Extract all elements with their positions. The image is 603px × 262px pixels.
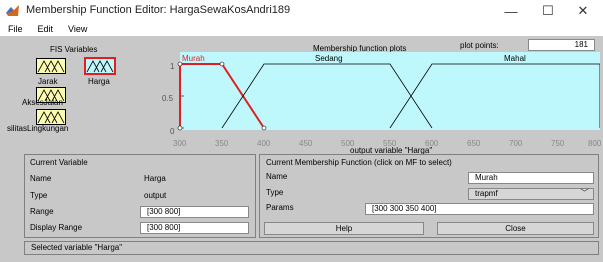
menu-file[interactable]: File (8, 24, 23, 34)
x-tick-label: 650 (467, 139, 481, 148)
mf-label-murah[interactable]: Murah (182, 54, 205, 63)
variable-name-label: Name (30, 174, 52, 183)
close-window-button[interactable]: ✕ (571, 2, 595, 20)
mf-params-input[interactable]: [300 300 350 400] (365, 203, 594, 215)
help-button[interactable]: Help (264, 222, 424, 235)
current-mf-title: Current Membership Function (click on MF… (266, 158, 452, 167)
mf-control-point[interactable] (261, 125, 267, 131)
variable-type-value: output (144, 191, 167, 200)
mf-params-label: Params (266, 203, 294, 212)
range-input[interactable]: [300 800] (140, 206, 249, 218)
x-tick-label: 750 (551, 139, 565, 148)
output-harga-icon[interactable] (84, 57, 116, 75)
mf-type-label: Type (266, 188, 284, 197)
title-bar: Membership Function Editor: HargaSewaKos… (0, 0, 603, 22)
input-lingkungan-label: silitasLingkungan (7, 124, 69, 133)
window-title: Membership Function Editor: HargaSewaKos… (26, 4, 291, 16)
membership-function-editor-window: Membership Function Editor: HargaSewaKos… (0, 0, 603, 262)
menu-edit[interactable]: Edit (38, 24, 54, 34)
mf-label-mahal[interactable]: Mahal (504, 54, 526, 63)
output-harga-label: Harga (88, 77, 110, 86)
x-tick-label: 300 (173, 139, 187, 148)
plot-points-input[interactable]: 181 (528, 39, 595, 51)
x-tick-label: 450 (299, 139, 313, 148)
variable-type-label: Type (30, 191, 48, 200)
x-tick-label: 400 (257, 139, 271, 148)
status-bar: Selected variable "Harga" (24, 241, 599, 255)
input-jarak-icon[interactable] (36, 58, 66, 74)
input-lingkungan-icon[interactable] (36, 109, 66, 125)
mf-name-label: Name (266, 172, 288, 181)
mf-label-sedang[interactable]: Sedang (315, 54, 343, 63)
mf-name-input[interactable]: Murah (468, 172, 594, 184)
plot-points-label: plot points: (460, 41, 499, 50)
x-tick-label: 800 (588, 139, 602, 148)
variable-name-value: Harga (144, 174, 166, 183)
x-tick-label: 350 (215, 139, 229, 148)
mf-control-point[interactable] (219, 61, 225, 67)
menu-view[interactable]: View (68, 24, 87, 34)
range-label: Range (30, 207, 54, 216)
maximize-button[interactable]: ☐ (536, 2, 560, 20)
chevron-down-icon: ﹀ (579, 188, 589, 198)
display-range-input[interactable]: [300 800] (140, 222, 249, 234)
input-aksesjalan-label: AksesJalan (22, 98, 63, 107)
mf-type-value: trapmf (475, 189, 498, 198)
current-variable-title: Current Variable (30, 158, 88, 167)
display-range-label: Display Range (30, 223, 83, 232)
matlab-icon (5, 3, 20, 18)
minimize-button[interactable]: — (499, 2, 523, 20)
x-tick-label: 700 (509, 139, 523, 148)
mf-type-select[interactable]: trapmf ﹀ (468, 188, 594, 200)
close-button[interactable]: Close (437, 222, 594, 235)
fis-variables-title: FIS Variables (50, 45, 98, 54)
membership-function-plot[interactable]: Murah Sedang Mahal (160, 52, 600, 138)
mf-control-point[interactable] (177, 125, 183, 131)
menu-bar: File Edit View (0, 22, 603, 36)
input-jarak-label: Jarak (38, 77, 58, 86)
